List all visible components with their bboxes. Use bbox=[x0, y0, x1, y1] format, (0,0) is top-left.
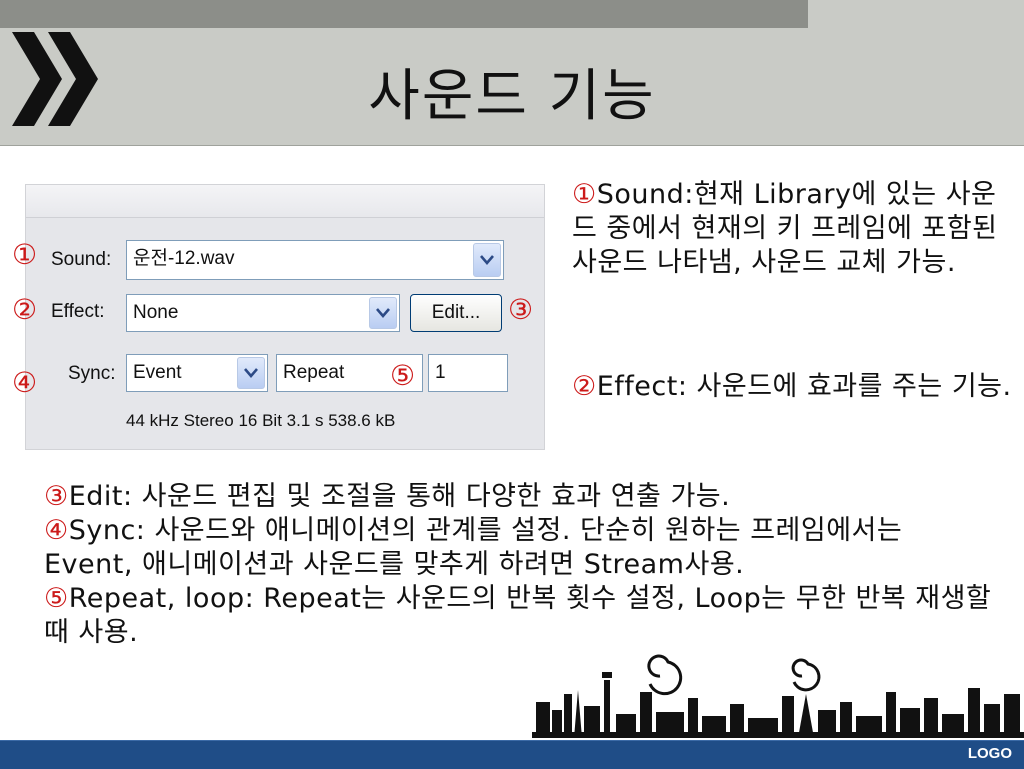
title-stripe bbox=[0, 0, 808, 28]
description-1: ①Sound:현재 Library에 있는 사운드 중에서 현재의 키 프레임에… bbox=[572, 178, 1012, 280]
sound-label: Sound: bbox=[51, 249, 112, 270]
sound-info: 44 kHz Stereo 16 Bit 3.1 s 538.6 kB bbox=[126, 411, 396, 430]
marker-5: ⑤ bbox=[390, 359, 416, 392]
marker-1: ① bbox=[12, 238, 38, 271]
panel-header bbox=[26, 185, 544, 218]
sound-select[interactable]: 운전-12.wav bbox=[126, 240, 504, 280]
description-5-marker: ⑤ bbox=[44, 583, 69, 614]
marker-3: ③ bbox=[508, 293, 534, 326]
description-4-marker: ④ bbox=[44, 515, 69, 546]
description-1-marker: ① bbox=[572, 179, 597, 210]
sync-select-value: Event bbox=[133, 362, 182, 383]
title-bar: 사운드 기능 bbox=[0, 0, 1024, 146]
description-4: ④Sync: 사운드와 애니메이션의 관계를 설정. 단순히 원하는 프레임에서… bbox=[44, 514, 994, 582]
repeat-count-value: 1 bbox=[435, 362, 446, 383]
marker-2: ② bbox=[12, 293, 38, 326]
description-3-text: Edit: 사운드 편집 및 조절을 통해 다양한 효과 연출 가능. bbox=[68, 481, 731, 512]
chevron-down-icon[interactable] bbox=[237, 357, 265, 389]
sound-properties-panel: Sound: 운전-12.wav Effect: None Edit... Sy… bbox=[25, 184, 545, 450]
description-1-text: Sound:현재 Library에 있는 사운드 중에서 현재의 키 프레임에 … bbox=[572, 179, 998, 278]
footer-bar: LOGO bbox=[0, 740, 1024, 769]
skyline-graphic bbox=[532, 654, 1024, 738]
description-2-marker: ② bbox=[572, 371, 597, 402]
logo: LOGO bbox=[967, 745, 1012, 762]
sound-select-value: 운전-12.wav bbox=[133, 248, 235, 269]
marker-4: ④ bbox=[12, 366, 38, 399]
description-2: ②Effect: 사운드에 효과를 주는 기능. bbox=[572, 370, 1012, 404]
chevron-down-icon[interactable] bbox=[473, 243, 501, 277]
bottom-descriptions: ③Edit: 사운드 편집 및 조절을 통해 다양한 효과 연출 가능. ④Sy… bbox=[44, 480, 994, 650]
description-3-marker: ③ bbox=[44, 481, 69, 512]
description-3: ③Edit: 사운드 편집 및 조절을 통해 다양한 효과 연출 가능. bbox=[44, 480, 994, 514]
sync-label: Sync: bbox=[68, 363, 116, 384]
chevron-down-icon[interactable] bbox=[369, 297, 397, 329]
repeat-select-value: Repeat bbox=[283, 362, 345, 383]
page-title: 사운드 기능 bbox=[368, 64, 656, 129]
sync-select[interactable]: Event bbox=[126, 354, 268, 392]
repeat-count-input[interactable]: 1 bbox=[428, 354, 508, 392]
effect-label: Effect: bbox=[51, 301, 105, 322]
effect-select-value: None bbox=[133, 302, 179, 323]
description-2-text: Effect: 사운드에 효과를 주는 기능. bbox=[596, 371, 1012, 402]
effect-select[interactable]: None bbox=[126, 294, 400, 332]
edit-button[interactable]: Edit... bbox=[410, 294, 502, 332]
description-4-text: Sync: 사운드와 애니메이션의 관계를 설정. 단순히 원하는 프레임에서는… bbox=[44, 515, 903, 580]
